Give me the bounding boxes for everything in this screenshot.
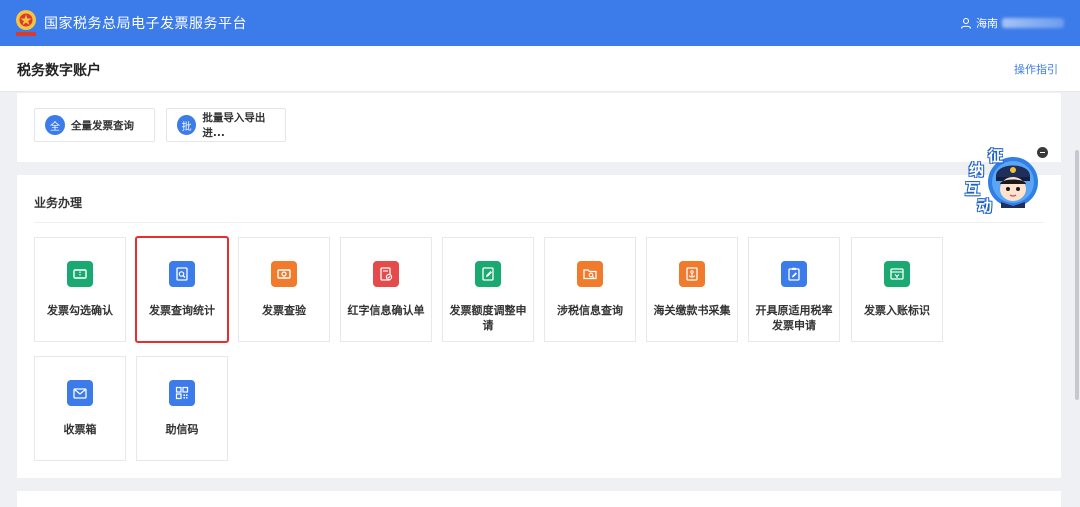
mascot-char: 动 xyxy=(977,197,993,215)
tile-customs-collection[interactable]: 海关缴款书采集 xyxy=(646,237,738,342)
operation-guide-link[interactable]: 操作指引 xyxy=(1014,61,1058,77)
subheader: 税务数字账户 操作指引 xyxy=(0,46,1080,92)
user-name-redacted xyxy=(1002,18,1064,28)
section-title: 业务办理 xyxy=(34,196,83,210)
next-section-card xyxy=(17,491,1061,507)
tile-label: 发票额度调整申请 xyxy=(449,304,527,332)
mascot-minimize-button[interactable] xyxy=(1037,147,1048,158)
scrollbar-thumb[interactable] xyxy=(1075,150,1079,400)
quick-action-badge: 批 xyxy=(177,115,197,135)
folder-search-icon xyxy=(577,261,603,287)
tile-label: 发票勾选确认 xyxy=(47,304,113,317)
mascot-char: 征 xyxy=(988,147,1004,165)
quick-action-badge: 全 xyxy=(45,115,65,135)
quick-actions-card: 全 全量发票查询 批 批量导入导出进... xyxy=(17,93,1061,162)
tile-invoice-check-confirm[interactable]: 发票勾选确认 xyxy=(34,237,126,342)
tile-label: 开具原适用税率发票申请 xyxy=(755,304,833,332)
quota-edit-icon xyxy=(475,261,501,287)
tile-label: 发票入账标识 xyxy=(864,304,930,317)
tile-invoice-entry-mark[interactable]: 发票入账标识 xyxy=(851,237,943,342)
quick-action-label: 全量发票查询 xyxy=(71,119,134,132)
tile-label: 发票查询统计 xyxy=(149,304,215,317)
quick-action-batch-import-export[interactable]: 批 批量导入导出进... xyxy=(166,108,286,142)
interaction-mascot-widget[interactable]: 征 纳 互 动 xyxy=(963,142,1043,220)
tile-label: 海关缴款书采集 xyxy=(653,304,731,317)
tile-invoice-verify[interactable]: 发票查验 xyxy=(238,237,330,342)
page-title: 税务数字账户 xyxy=(17,63,101,79)
top-bar: 国家税务总局电子发票服务平台 海南 xyxy=(0,0,1080,46)
tile-label: 发票查验 xyxy=(262,304,306,317)
tile-assist-code[interactable]: 助信码 xyxy=(136,356,228,461)
tile-label: 涉税信息查询 xyxy=(557,304,623,317)
tile-invoice-inbox[interactable]: 收票箱 xyxy=(34,356,126,461)
clipboard-edit-icon xyxy=(781,261,807,287)
platform-title: 国家税务总局电子发票服务平台 xyxy=(44,16,247,32)
tile-original-tax-rate-apply[interactable]: 开具原适用税率发票申请 xyxy=(748,237,840,342)
ticket-verify-icon xyxy=(271,261,297,287)
customs-anchor-icon xyxy=(679,261,705,287)
ticket-check-icon xyxy=(67,261,93,287)
tile-label: 红字信息确认单 xyxy=(347,304,425,317)
mascot-char: 纳 xyxy=(969,161,985,179)
page-scrollbar[interactable] xyxy=(1074,92,1080,507)
invoice-stamp-icon xyxy=(884,261,910,287)
tile-invoice-query-statistics[interactable]: 发票查询统计 xyxy=(135,236,229,343)
section-divider xyxy=(34,222,1044,223)
tax-emblem-icon xyxy=(16,10,36,36)
mail-icon xyxy=(67,380,93,406)
user-name: 海南 xyxy=(976,17,998,30)
tile-label: 助信码 xyxy=(165,423,199,436)
tile-tax-info-query[interactable]: 涉税信息查询 xyxy=(544,237,636,342)
red-invoice-icon xyxy=(373,261,399,287)
quick-action-label: 批量导入导出进... xyxy=(202,112,266,139)
quick-action-full-invoice-query[interactable]: 全 全量发票查询 xyxy=(34,108,155,142)
tile-quota-adjust-apply[interactable]: 发票额度调整申请 xyxy=(442,237,534,342)
tile-red-invoice-confirm[interactable]: 红字信息确认单 xyxy=(340,237,432,342)
user-menu[interactable]: 海南 xyxy=(960,15,1064,31)
document-search-icon xyxy=(169,261,195,287)
user-icon xyxy=(960,17,972,29)
business-card: 业务办理 发票勾选确认 发票查询统计 发票查验 红字信息确认单 发票额度调整申请 xyxy=(17,175,1061,478)
qr-code-icon xyxy=(169,380,195,406)
tile-label: 收票箱 xyxy=(63,423,97,436)
